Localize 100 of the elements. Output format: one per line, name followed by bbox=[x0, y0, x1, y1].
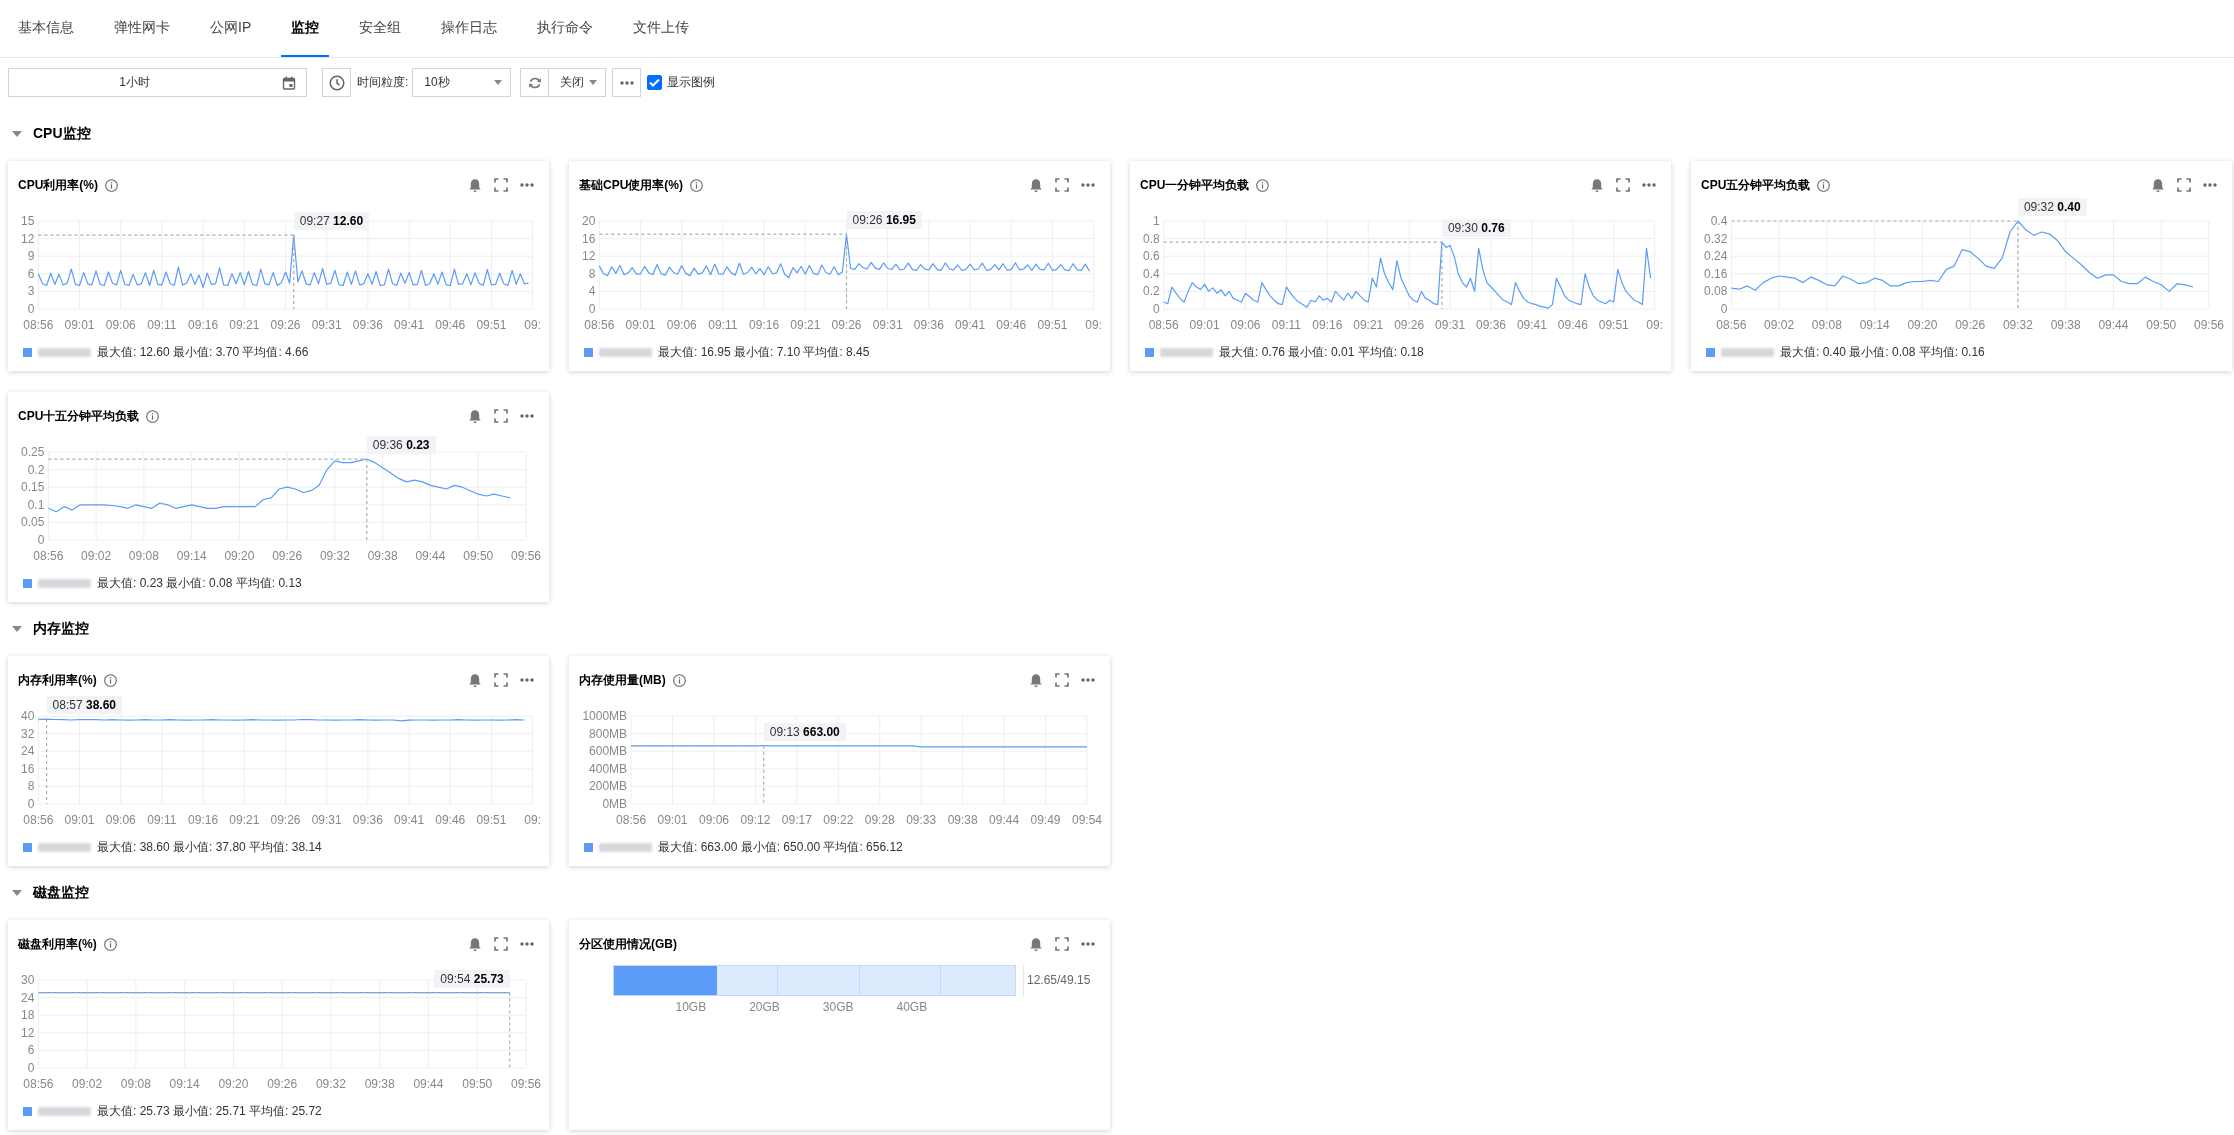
x-axis-label: 09:46 bbox=[996, 318, 1027, 332]
fullscreen-icon[interactable] bbox=[1616, 178, 1630, 192]
clock-button[interactable] bbox=[322, 68, 351, 97]
x-axis-label: 08:56 bbox=[584, 318, 615, 332]
x-axis-label: 08:56 bbox=[1716, 318, 1747, 332]
more-icon[interactable] bbox=[2203, 183, 2217, 187]
x-axis-label: 09:41 bbox=[955, 318, 986, 332]
more-icon[interactable] bbox=[520, 942, 534, 946]
fullscreen-icon[interactable] bbox=[494, 409, 508, 423]
y-axis-label: 0 bbox=[1153, 302, 1160, 316]
bell-icon[interactable] bbox=[468, 672, 482, 688]
blurred-label bbox=[1721, 347, 1774, 357]
bell-icon[interactable] bbox=[1029, 936, 1043, 952]
more-icon[interactable] bbox=[1081, 942, 1095, 946]
x-axis-label: 09:54 bbox=[1071, 813, 1102, 827]
tab[interactable]: 执行命令 bbox=[527, 0, 604, 57]
more-icon[interactable] bbox=[1081, 678, 1095, 682]
y-axis-label: 0.8 bbox=[1143, 231, 1160, 246]
fullscreen-icon[interactable] bbox=[494, 937, 508, 951]
x-axis-label: 09:06 bbox=[1230, 318, 1261, 332]
granularity-select[interactable]: 10秒 bbox=[412, 68, 512, 97]
x-axis-label: 09:36 bbox=[913, 318, 944, 332]
info-icon[interactable] bbox=[690, 178, 703, 192]
x-axis-label: 09:06 bbox=[698, 813, 729, 827]
x-axis-label: 09:26 bbox=[831, 318, 862, 332]
x-axis-label: 09:31 bbox=[872, 318, 903, 332]
more-icon[interactable] bbox=[1081, 183, 1095, 187]
y-axis-label: 12 bbox=[582, 249, 596, 264]
show-legend-label[interactable]: 显示图例 bbox=[667, 74, 716, 91]
bell-icon[interactable] bbox=[468, 936, 482, 952]
chart-title: 基础CPU使用率(%) bbox=[579, 176, 683, 194]
cut-off-axis-label: 09: bbox=[524, 318, 541, 332]
x-axis-label: 09:56 bbox=[2193, 318, 2224, 332]
bell-icon[interactable] bbox=[2151, 177, 2165, 193]
auto-refresh-select[interactable]: 关闭 bbox=[548, 68, 607, 97]
more-icon[interactable] bbox=[1642, 183, 1656, 187]
x-axis-label: 09:33 bbox=[906, 813, 937, 827]
more-icon bbox=[619, 80, 634, 85]
fullscreen-icon[interactable] bbox=[1055, 937, 1069, 951]
x-axis-label: 09:32 bbox=[319, 549, 350, 563]
bell-icon[interactable] bbox=[468, 408, 482, 424]
x-axis-label: 09:41 bbox=[1516, 318, 1547, 332]
x-axis-label: 09:28 bbox=[864, 813, 895, 827]
info-icon[interactable] bbox=[1817, 178, 1831, 192]
y-axis-label: 0.1 bbox=[27, 497, 45, 512]
fullscreen-icon[interactable] bbox=[494, 673, 508, 687]
x-axis-label: 09:38 bbox=[364, 1077, 395, 1091]
tab[interactable]: 安全组 bbox=[349, 0, 412, 57]
y-axis-label: 24 bbox=[21, 744, 35, 759]
y-axis-label: 800MB bbox=[589, 726, 628, 741]
legend-stats: 最大值: 16.95 最小值: 7.10 平均值: 8.45 bbox=[658, 343, 870, 361]
more-icon[interactable] bbox=[520, 183, 534, 187]
x-axis-label: 09:01 bbox=[657, 813, 688, 827]
x-axis-label: 09:11 bbox=[147, 318, 177, 332]
fullscreen-icon[interactable] bbox=[2177, 178, 2191, 192]
info-icon[interactable] bbox=[105, 178, 118, 192]
y-axis-label: 0.2 bbox=[27, 462, 45, 477]
more-icon[interactable] bbox=[520, 678, 534, 682]
x-axis-label: 08:56 bbox=[23, 1077, 54, 1091]
x-axis-label: 09:44 bbox=[2098, 318, 2129, 332]
bell-icon[interactable] bbox=[1029, 672, 1043, 688]
y-axis-label: 0.4 bbox=[1143, 266, 1160, 281]
collapse-caret-icon[interactable] bbox=[12, 131, 22, 137]
y-axis-label: 12 bbox=[21, 231, 35, 246]
y-axis-label: 40 bbox=[21, 709, 35, 723]
bell-icon[interactable] bbox=[1029, 177, 1043, 193]
x-axis-label: 09:38 bbox=[367, 549, 398, 563]
info-icon[interactable] bbox=[146, 409, 160, 423]
fullscreen-icon[interactable] bbox=[494, 178, 508, 192]
more-button[interactable] bbox=[612, 68, 642, 97]
tab[interactable]: 公网IP bbox=[200, 0, 262, 57]
tab[interactable]: 文件上传 bbox=[623, 0, 700, 57]
x-axis-label: 08:56 bbox=[23, 813, 54, 827]
tab[interactable]: 弹性网卡 bbox=[104, 0, 180, 57]
bell-icon[interactable] bbox=[1590, 177, 1604, 193]
x-axis-label: 09:26 bbox=[270, 813, 301, 827]
show-legend-checkbox[interactable] bbox=[647, 75, 663, 90]
chart-title: 内存利用率(%) bbox=[18, 671, 97, 689]
info-icon[interactable] bbox=[103, 937, 117, 951]
more-icon[interactable] bbox=[520, 414, 534, 418]
y-axis-label: 8 bbox=[27, 779, 35, 794]
collapse-caret-icon[interactable] bbox=[12, 890, 22, 896]
x-axis-label: 09:36 bbox=[1476, 318, 1506, 332]
tab[interactable]: 操作日志 bbox=[431, 0, 508, 57]
info-icon[interactable] bbox=[103, 673, 117, 687]
collapse-caret-icon[interactable] bbox=[12, 626, 22, 632]
info-icon[interactable] bbox=[672, 673, 686, 687]
time-range-picker[interactable]: 1小时 bbox=[8, 68, 307, 97]
bell-icon[interactable] bbox=[468, 177, 482, 193]
tab[interactable]: 基本信息 bbox=[8, 0, 84, 57]
fullscreen-icon[interactable] bbox=[1055, 178, 1069, 192]
tab[interactable]: 监控 bbox=[281, 0, 330, 57]
info-icon[interactable] bbox=[1256, 178, 1270, 192]
x-axis-label: 08:56 bbox=[23, 318, 54, 332]
y-axis-label: 0.32 bbox=[1704, 231, 1728, 246]
refresh-button[interactable] bbox=[520, 68, 550, 97]
legend-stats: 最大值: 0.40 最小值: 0.08 平均值: 0.16 bbox=[1780, 343, 1985, 361]
fullscreen-icon[interactable] bbox=[1055, 673, 1069, 687]
chart-title: CPU利用率(%) bbox=[18, 176, 98, 194]
x-axis-label: 09:16 bbox=[188, 318, 219, 332]
